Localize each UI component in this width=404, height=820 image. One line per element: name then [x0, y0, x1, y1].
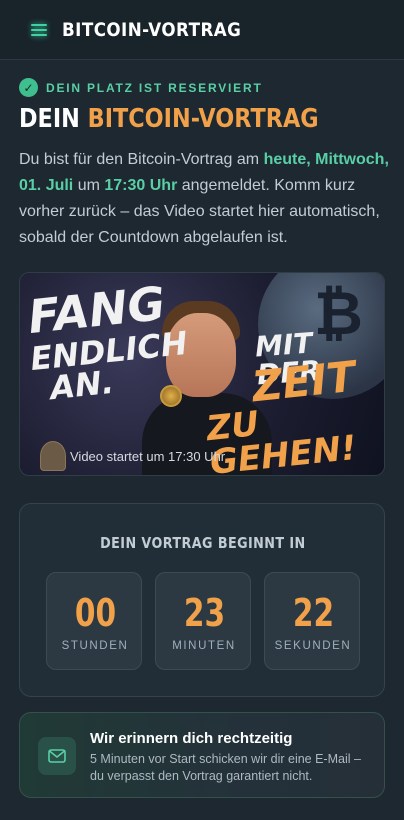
brand-title: BITCOIN-VORTRAG [62, 18, 242, 41]
app-header: BITCOIN-VORTRAG [0, 0, 404, 60]
title-accent: BITCOIN-VORTRAG [87, 104, 319, 134]
intro-text: Du bist für den Bitcoin-Vortrag am heute… [19, 147, 391, 251]
reminder-text: 5 Minuten vor Start schicken wir dir ein… [90, 752, 361, 783]
countdown-title: DEIN VORTRAG BEGINNT IN [100, 534, 306, 552]
reminder-card: Wir erinnern dich rechtzeitig 5 Minuten … [19, 712, 385, 798]
countdown-minutes: 23 MINUTEN [155, 572, 251, 670]
hours-value: 00 [74, 591, 116, 635]
intro-part2: um [73, 177, 105, 194]
intro-part1: Du bist für den Bitcoin-Vortrag am [19, 151, 264, 168]
minutes-value: 23 [183, 591, 225, 635]
mail-icon [38, 737, 76, 775]
title-prefix: DEIN [19, 104, 88, 134]
seconds-value: 22 [292, 591, 334, 635]
status-text: DEIN PLATZ IST RESERVIERT [46, 80, 263, 95]
thumbnail-text-3: AN. [48, 362, 116, 408]
check-circle-icon: ✓ [19, 78, 38, 97]
seconds-label: SEKUNDEN [274, 640, 352, 652]
countdown-hours: 00 STUNDEN [46, 572, 142, 670]
video-start-text: Video startet um 17:30 Uhr [70, 448, 226, 464]
countdown-seconds: 22 SEKUNDEN [264, 572, 360, 670]
held-coin-graphic [160, 385, 182, 407]
reservation-status: ✓ DEIN PLATZ IST RESERVIERT [19, 78, 263, 97]
hamburger-menu-icon[interactable] [22, 13, 56, 47]
thumbnail-text-6: ZU GEHEN! [204, 403, 359, 476]
page-title: DEIN BITCOIN-VORTRAG [19, 104, 319, 134]
channel-logo-icon [40, 441, 66, 471]
video-caption: Video startet um 17:30 Uhr [40, 441, 225, 471]
countdown-panel: DEIN VORTRAG BEGINNT IN 00 STUNDEN 23 MI… [19, 503, 385, 697]
hours-label: STUNDEN [61, 640, 129, 652]
intro-time: 17:30 Uhr [104, 177, 178, 194]
minutes-label: MINUTEN [172, 640, 236, 652]
reminder-title: Wir erinnern dich rechtzeitig [90, 730, 293, 747]
video-player[interactable]: ₿ FANG ENDLICH AN. MIT DER ZEIT ZU GEHEN… [19, 272, 385, 476]
